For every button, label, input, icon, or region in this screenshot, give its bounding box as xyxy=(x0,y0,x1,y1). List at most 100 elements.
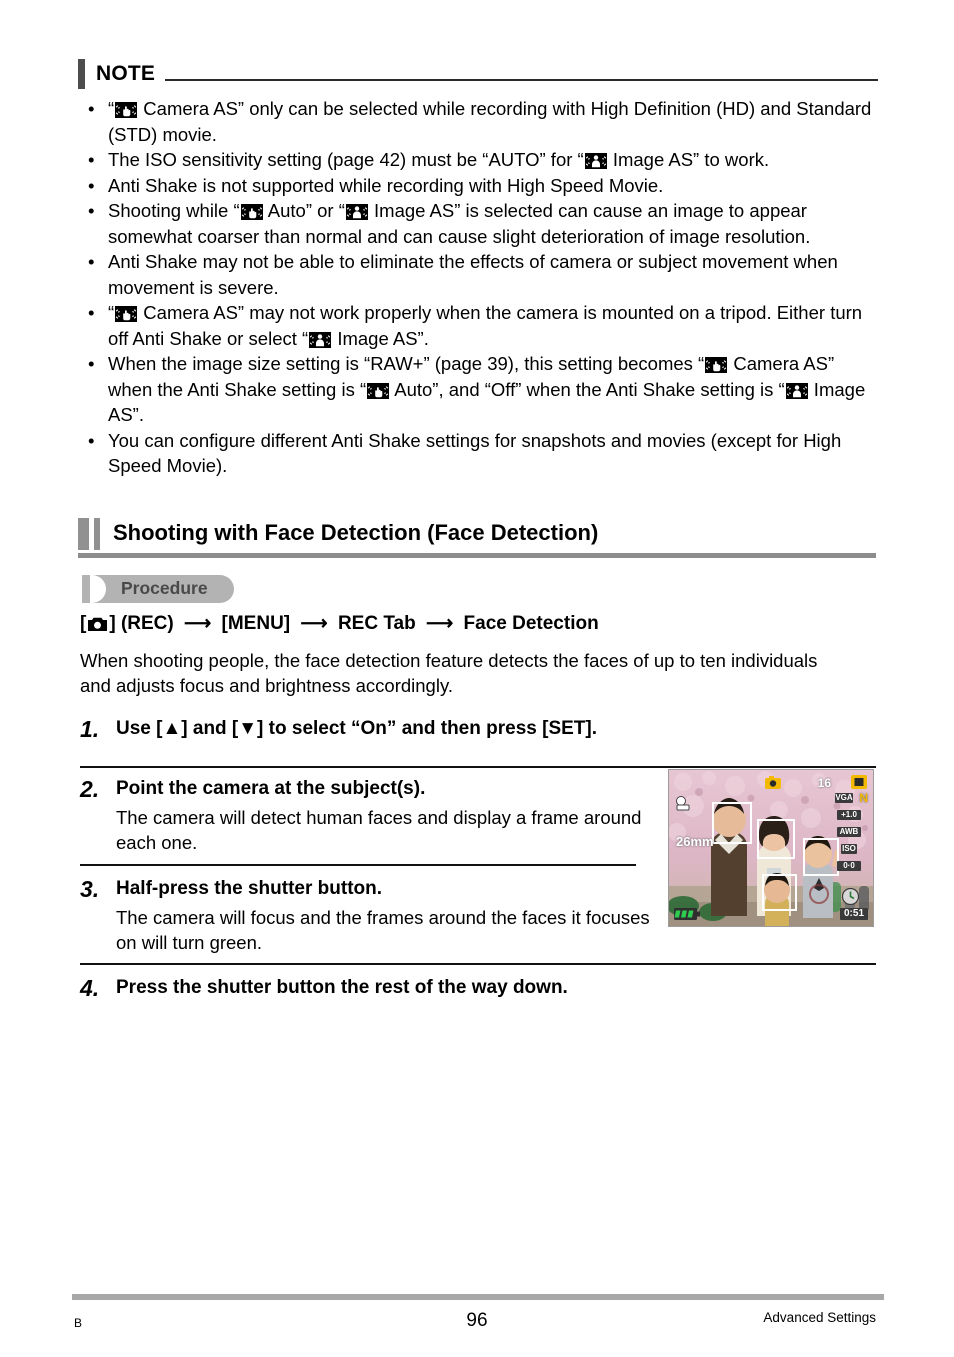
time-remaining-label: 0:51 xyxy=(840,908,868,920)
document-page: NOTE • “ Camera AS” only can be selected … xyxy=(0,0,954,1357)
step-2-description: The camera will detect human faces and d… xyxy=(116,807,642,853)
path-menu: [MENU] xyxy=(221,613,291,634)
step-divider-2 xyxy=(80,864,636,866)
face-box-3 xyxy=(803,838,839,876)
osd-chip-1: +1.0 xyxy=(837,810,861,820)
bullet-marker: • xyxy=(88,149,95,170)
lcd-scene: 26mm 16 VGA N +1.0 AWB ISO 0·0 0:51 xyxy=(669,770,873,926)
note-text: “ xyxy=(108,98,115,119)
step-divider-3 xyxy=(80,963,876,965)
image-as-icon xyxy=(345,204,368,220)
section-intro: When shooting people, the face detection… xyxy=(80,650,818,696)
note-text: You can configure different Anti Shake s… xyxy=(108,429,842,477)
note-text: Anti Shake may not be able to eliminate … xyxy=(108,251,838,298)
bullet-marker: • xyxy=(88,174,95,196)
procedure-badge-pill: Procedure xyxy=(90,575,234,603)
section-heading: Shooting with Face Detection (Face Detec… xyxy=(78,518,878,558)
step-4-title: Press the shutter button the rest of the… xyxy=(116,977,568,998)
section-title: Shooting with Face Detection (Face Detec… xyxy=(113,520,599,545)
note-bullet: • Shooting while “ Auto” or “ Image AS” i… xyxy=(84,198,874,249)
image-as-icon xyxy=(785,382,808,399)
section-accent-bar-narrow xyxy=(94,518,100,550)
note-text: Camera AS” only can be selected while re… xyxy=(108,98,872,145)
step-3: 3. Half-press the shutter button. The ca… xyxy=(80,876,650,955)
note-text: Image AS” to work. xyxy=(607,149,770,170)
camera-icon xyxy=(87,614,108,640)
note-bullet: • “ Camera AS” only can be selected while… xyxy=(84,96,874,147)
image-as-icon xyxy=(309,331,332,348)
path-bracket-open: [ xyxy=(80,613,87,634)
note-text: Shooting while “ xyxy=(108,200,240,221)
menu-path: [] (REC) ⟶ [MENU] ⟶ REC Tab ⟶ Face Detec… xyxy=(80,611,599,640)
step-2-title: Point the camera at the subject(s). xyxy=(116,778,426,799)
note-text: “ xyxy=(108,302,115,323)
rec-mode-icon xyxy=(765,776,781,794)
osd-chip-2: AWB xyxy=(837,827,861,837)
note-text: Image AS”. xyxy=(332,327,429,349)
note-text: The ISO sensitivity setting (page 42) mu… xyxy=(108,149,584,170)
note-text: Auto” or “ xyxy=(263,200,345,221)
path-bracket-close: ] xyxy=(109,613,116,634)
bullet-marker: • xyxy=(88,98,95,119)
step-4: 4. Press the shutter button the rest of … xyxy=(80,975,876,1001)
osd-chip-3: ISO xyxy=(841,844,857,854)
note-heading: NOTE xyxy=(78,58,878,90)
path-face-detection: Face Detection xyxy=(463,613,599,634)
image-as-icon xyxy=(584,153,607,169)
camera-as-icon xyxy=(115,102,138,118)
step-1: 1. Use [▲] and [▼] to select “On” and th… xyxy=(80,716,876,742)
bullet-marker: • xyxy=(88,353,95,374)
bullet-marker: • xyxy=(88,200,95,221)
note-accent-bar xyxy=(78,59,85,89)
note-bullet: • Anti Shake may not be able to eliminate… xyxy=(84,249,874,300)
section-accent-bar-wide xyxy=(78,518,89,550)
note-text: When the image size setting is “RAW+” (p… xyxy=(108,353,705,374)
step-2: 2. Point the camera at the subject(s). T… xyxy=(80,776,650,855)
bullet-marker: • xyxy=(88,429,95,451)
note-label: NOTE xyxy=(96,61,156,85)
note-bullet: • When the image size setting is “RAW+” (… xyxy=(84,351,874,428)
path-arrow-2: ⟶ xyxy=(300,613,328,634)
path-rec: (REC) xyxy=(120,613,174,634)
focus-mode-icon xyxy=(675,796,691,816)
camera-as-icon xyxy=(367,382,390,399)
quality-n-label: N xyxy=(859,791,868,805)
note-bullet: • You can configure different Anti Shake … xyxy=(84,428,874,479)
face-box-1 xyxy=(712,802,752,844)
bullet-marker: • xyxy=(88,302,95,323)
camera-as-icon xyxy=(115,306,138,322)
step-4-number: 4. xyxy=(80,975,100,1001)
step-3-description: The camera will focus and the frames aro… xyxy=(116,907,650,953)
camera-as-icon xyxy=(240,204,263,220)
procedure-label: Procedure xyxy=(121,578,208,599)
note-bullet-list: • “ Camera AS” only can be selected while… xyxy=(84,96,874,479)
camera-as-icon xyxy=(705,357,728,373)
camera-lcd-illustration: 26mm 16 VGA N +1.0 AWB ISO 0·0 0:51 xyxy=(668,769,874,927)
footer-section-name: Advanced Settings xyxy=(763,1310,876,1325)
step-divider-1 xyxy=(80,766,876,768)
note-bullet: • The ISO sensitivity setting (page 42) m… xyxy=(84,147,874,173)
step-3-title: Half-press the shutter button. xyxy=(116,878,383,899)
step-1-number: 1. xyxy=(80,716,100,742)
step-3-number: 3. xyxy=(80,876,100,902)
note-text: Anti Shake is not supported while record… xyxy=(108,174,664,196)
focal-length-label: 26mm xyxy=(676,834,714,849)
note-text: Auto”, and “Off” when the Anti Shake set… xyxy=(390,378,785,400)
note-bullet: • “ Camera AS” may not work properly when… xyxy=(84,300,874,351)
section-rule xyxy=(78,553,876,558)
procedure-badge: Procedure xyxy=(82,575,234,603)
path-rec-tab: REC Tab xyxy=(337,613,416,634)
note-text: Camera AS” may not work properly when th… xyxy=(108,302,863,349)
quality-chip: VGA xyxy=(835,793,853,803)
osd-chip-4: 0·0 xyxy=(837,861,861,871)
face-box-2 xyxy=(757,819,795,859)
step-2-number: 2. xyxy=(80,776,100,802)
footer-rule xyxy=(72,1294,884,1300)
face-box-4 xyxy=(762,874,797,911)
step-1-title: Use [▲] and [▼] to select “On” and then … xyxy=(116,718,598,739)
remaining-shots-label: 16 xyxy=(817,776,831,790)
path-arrow-3: ⟶ xyxy=(426,613,454,634)
path-arrow-1: ⟶ xyxy=(184,613,212,634)
note-heading-rule xyxy=(165,79,878,81)
bullet-marker: • xyxy=(88,251,95,272)
